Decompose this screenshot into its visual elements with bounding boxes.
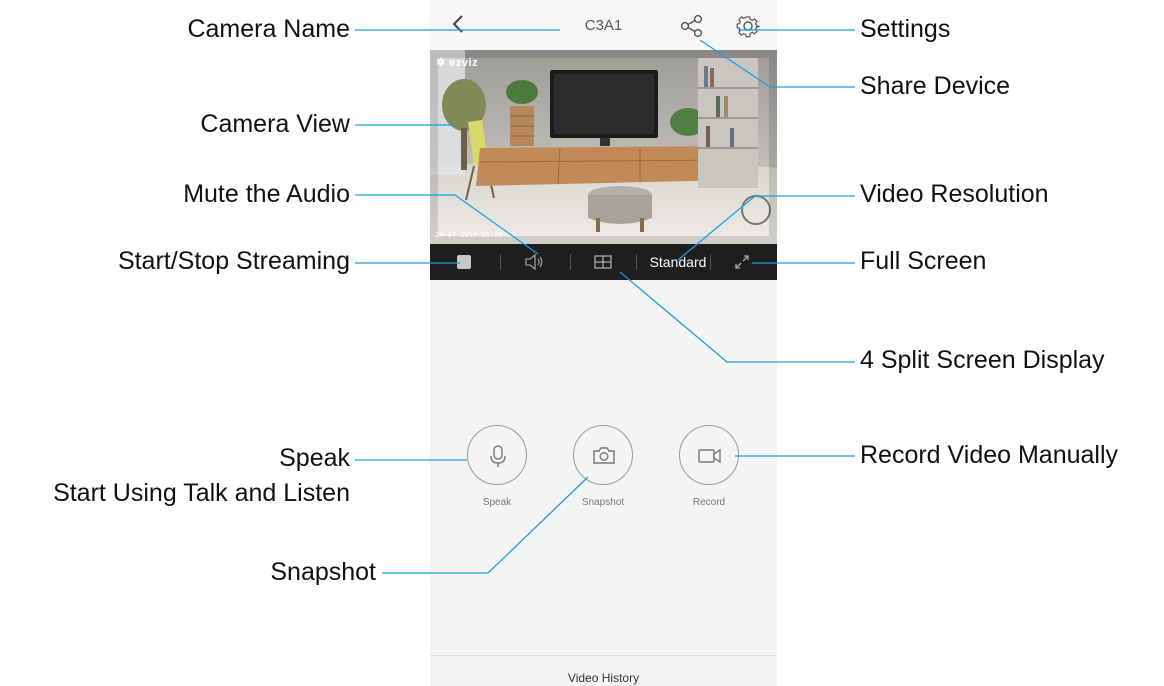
record-button[interactable] <box>679 425 739 485</box>
video-history-link[interactable]: Video History <box>430 671 777 685</box>
annotation-record-video: Record Video Manually <box>860 441 1119 469</box>
annotation-camera-view: Camera View <box>200 110 350 138</box>
speak-button[interactable] <box>467 425 527 485</box>
snapshot-label: Snapshot <box>581 497 625 508</box>
playback-control-bar: Standard <box>430 244 777 280</box>
camera-icon <box>593 447 615 464</box>
annotation-share-device: Share Device <box>860 72 1011 100</box>
annotation-settings: Settings <box>860 15 951 43</box>
brand-watermark: ✲ ezviz <box>436 57 479 69</box>
speaker-icon[interactable] <box>524 253 544 271</box>
stop-streaming-button[interactable] <box>457 255 471 269</box>
divider <box>500 254 501 270</box>
annotation-mute-audio: Mute the Audio <box>183 180 350 208</box>
annotation-snapshot: Snapshot <box>270 558 376 586</box>
divider <box>570 254 571 270</box>
annotation-camera-name: Camera Name <box>187 15 350 43</box>
divider <box>710 254 711 270</box>
speak-label: Speak <box>482 497 512 508</box>
microphone-icon <box>490 445 506 467</box>
annotation-split-screen: 4 Split Screen Display <box>860 346 1105 374</box>
video-camera-icon <box>698 448 721 464</box>
annotation-speak: Speak <box>279 444 350 472</box>
split-screen-icon[interactable] <box>594 255 612 269</box>
snapshot-button[interactable] <box>573 425 633 485</box>
annotation-start-stop-streaming: Start/Stop Streaming <box>117 247 350 275</box>
annotation-full-screen: Full Screen <box>860 247 987 275</box>
camera-name[interactable]: C3A1 <box>430 17 777 34</box>
camera-scene <box>430 50 777 244</box>
top-bar: C3A1 <box>430 0 777 50</box>
brand-logo-text: ezviz <box>449 57 479 69</box>
fullscreen-icon[interactable] <box>733 253 751 271</box>
annotation-video-resolution: Video Resolution <box>860 180 1049 208</box>
record-label: Record <box>692 497 726 508</box>
video-timestamp: 24-07-2019 15:26:15 <box>435 231 516 239</box>
resolution-selector[interactable]: Standard <box>637 254 719 270</box>
divider <box>430 655 777 656</box>
share-icon[interactable] <box>680 14 704 38</box>
camera-view[interactable]: ✲ ezviz 24-07-2019 15:26:15 <box>430 50 777 244</box>
annotation-speak-subtitle: Start Using Talk and Listen <box>53 479 350 507</box>
gear-icon[interactable] <box>736 14 760 38</box>
phone-screen: C3A1 ✲ ezviz 24-07-2019 15:26:15 Standar… <box>430 0 777 686</box>
